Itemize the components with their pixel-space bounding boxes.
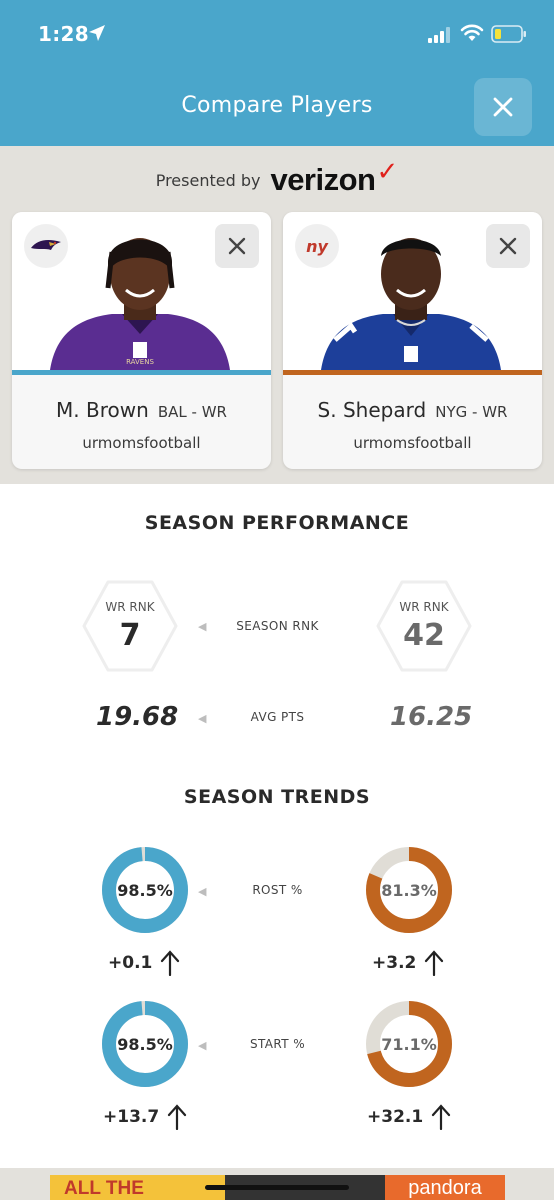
player2-rank-hexagon: WR RNK 42: [376, 578, 472, 674]
player-card-1[interactable]: RAVENS M. Brown BAL - WR urmomsfootball: [12, 212, 271, 469]
location-arrow-icon: [89, 25, 105, 41]
avg-pts-label: AVG PTS: [250, 710, 305, 724]
sponsor-banner: Presented by verizon ✓: [0, 157, 554, 198]
close-icon: [493, 97, 513, 117]
player1-start-trend: +13.7: [103, 1104, 187, 1130]
ad-left-text: ALL THE: [64, 1178, 144, 1199]
player2-avg-pts: 16.25: [390, 702, 473, 732]
player-name-line: S. Shepard NYG - WR: [283, 398, 542, 422]
donut-value: 98.5%: [117, 1034, 173, 1054]
player-color-stripe: [283, 370, 542, 375]
player2-start-trend: +32.1: [367, 1104, 451, 1130]
player1-start-donut: 98.5%: [101, 1000, 189, 1088]
season-rank-label: SEASON RNK: [236, 619, 319, 633]
player1-rost-trend: +0.1: [108, 950, 180, 976]
rank-label: WR RNK: [105, 600, 155, 614]
pandora-logo: pandora: [385, 1175, 505, 1200]
close-icon: [499, 237, 517, 255]
svg-text:ny: ny: [306, 237, 328, 256]
close-icon: [228, 237, 246, 255]
giants-logo-icon: ny: [295, 224, 339, 268]
season-trends-title: SEASON TRENDS: [183, 786, 371, 808]
player-name: M. Brown: [56, 398, 149, 422]
player2-start-donut: 71.1%: [365, 1000, 453, 1088]
donut-value: 98.5%: [117, 880, 173, 900]
up-arrow-icon: [425, 950, 444, 976]
player-name-line: M. Brown BAL - WR: [12, 398, 271, 422]
ravens-logo-icon: [24, 224, 68, 268]
player-color-stripe: [12, 370, 271, 375]
verizon-check-icon: ✓: [376, 157, 399, 187]
up-arrow-icon: [432, 1104, 451, 1130]
page-title: Compare Players: [181, 93, 373, 118]
start-label: START %: [249, 1037, 306, 1051]
home-indicator[interactable]: [205, 1185, 349, 1190]
presented-by-text: Presented by: [155, 170, 261, 190]
player2-rost-trend: +3.2: [372, 950, 444, 976]
trend-value: +3.2: [372, 953, 417, 973]
trend-value: +0.1: [108, 953, 153, 973]
player-owner: urmomsfootball: [353, 434, 472, 452]
player-owner: urmomsfootball: [82, 434, 201, 452]
player-card-2[interactable]: ny S. Shepard NYG - WR urmomsfootball: [283, 212, 542, 469]
trend-value: +32.1: [367, 1107, 424, 1127]
up-arrow-icon: [168, 1104, 187, 1130]
player1-rost-donut: 98.5%: [101, 846, 189, 934]
rost-label: ROST %: [252, 883, 303, 897]
wifi-icon: [460, 24, 484, 41]
up-arrow-icon: [161, 950, 180, 976]
remove-player-button[interactable]: [486, 224, 530, 268]
donut-value: 71.1%: [381, 1034, 437, 1054]
app-header: 1:28 Compare Players: [0, 0, 554, 146]
status-time: 1:28: [38, 22, 89, 46]
rank-value: 7: [119, 618, 141, 653]
player1-rank-hexagon: WR RNK 7: [82, 578, 178, 674]
rank-value: 42: [403, 618, 445, 653]
player-team-position: NYG - WR: [435, 403, 508, 421]
player-headshot-icon: RAVENS: [50, 238, 230, 370]
player2-rost-donut: 81.3%: [365, 846, 453, 934]
svg-text:RAVENS: RAVENS: [126, 358, 154, 366]
rank-label: WR RNK: [399, 600, 449, 614]
player-headshot-icon: [321, 238, 501, 370]
season-performance-title: SEASON PERFORMANCE: [144, 512, 410, 534]
close-button[interactable]: [474, 78, 532, 136]
trend-value: +13.7: [103, 1107, 160, 1127]
remove-player-button[interactable]: [215, 224, 259, 268]
player-team-position: BAL - WR: [157, 403, 227, 421]
player1-avg-pts: 19.68: [96, 702, 179, 732]
donut-value: 81.3%: [381, 880, 437, 900]
verizon-logo: verizon: [270, 162, 376, 197]
cellular-signal-icon: [428, 27, 450, 43]
battery-icon: [491, 25, 526, 43]
player-name: S. Shepard: [317, 398, 427, 422]
